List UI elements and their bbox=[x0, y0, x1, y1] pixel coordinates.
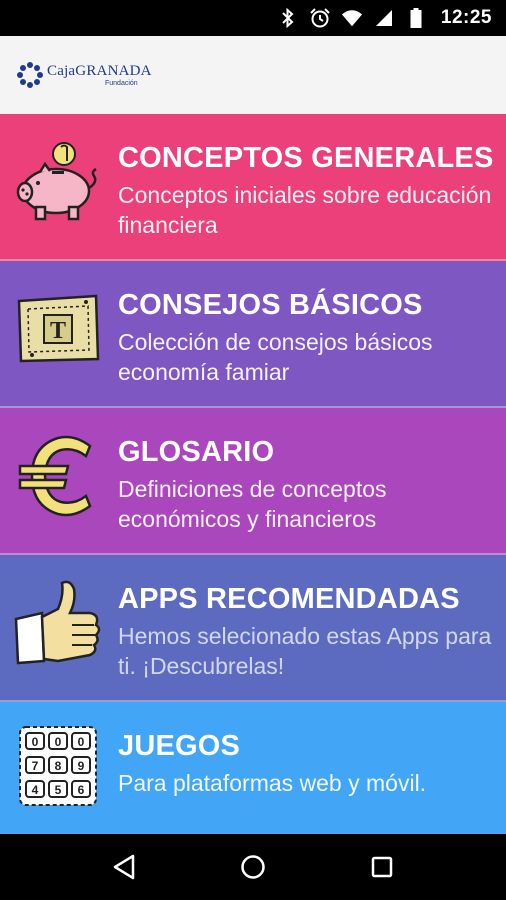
menu-description: Definiciones de conceptos económicos y f… bbox=[118, 476, 387, 532]
menu-title: CONSEJOS BÁSICOS bbox=[118, 289, 423, 321]
svg-text:T: T bbox=[50, 318, 66, 344]
svg-text:0: 0 bbox=[55, 735, 62, 749]
svg-text:5: 5 bbox=[55, 783, 62, 797]
back-button[interactable] bbox=[102, 845, 146, 889]
back-icon bbox=[114, 854, 135, 880]
svg-text:0: 0 bbox=[78, 735, 85, 749]
menu-description: Colección de consejos básicos economía f… bbox=[118, 329, 433, 385]
svg-text:7: 7 bbox=[32, 759, 39, 773]
menu-title: JUEGOS bbox=[118, 730, 241, 762]
home-button[interactable] bbox=[231, 845, 275, 889]
menu-title: CONCEPTOS GENERALES bbox=[118, 142, 494, 174]
menu-item-conceptos-generales[interactable]: CONCEPTOS GENERALES Conceptos iniciales … bbox=[0, 114, 506, 261]
app-header: CajaGRANADA Fundación bbox=[0, 36, 506, 114]
home-icon bbox=[241, 855, 265, 879]
signal-icon bbox=[373, 7, 395, 29]
bluetooth-icon bbox=[277, 7, 299, 29]
menu-item-juegos[interactable]: 0 0 0 7 8 9 4 5 6 JUEGOS Para plataformas web … bbox=[0, 702, 506, 836]
banknote-icon: T bbox=[12, 279, 104, 379]
svg-text:4: 4 bbox=[32, 783, 39, 797]
menu-item-glosario[interactable]: GLOSARIO Definiciones de conceptos econó… bbox=[0, 408, 506, 555]
logo-name: CajaGRANADA bbox=[47, 62, 152, 79]
svg-text:8: 8 bbox=[55, 759, 62, 773]
menu-description: Para plataformas web y móvil. bbox=[118, 770, 427, 796]
svg-text:0: 0 bbox=[32, 735, 39, 749]
alarm-icon bbox=[309, 7, 331, 29]
menu-item-apps-recomendadas[interactable]: APPS RECOMENDADAS Hemos selecionado esta… bbox=[0, 555, 506, 702]
keypad-icon: 0 0 0 7 8 9 4 5 6 bbox=[12, 716, 104, 816]
status-bar: 12:25 bbox=[0, 0, 506, 36]
main-menu: CONCEPTOS GENERALES Conceptos iniciales … bbox=[0, 114, 506, 836]
menu-title: GLOSARIO bbox=[118, 436, 275, 468]
navigation-bar bbox=[0, 834, 506, 900]
menu-item-consejos-basicos[interactable]: T CONSEJOS BÁSICOS Colección de consejos… bbox=[0, 261, 506, 408]
piggy-bank-icon bbox=[12, 132, 104, 232]
menu-description: Conceptos iniciales sobre educación fina… bbox=[118, 182, 492, 238]
svg-text:9: 9 bbox=[78, 759, 85, 773]
logo-flower-icon bbox=[17, 62, 43, 88]
clock: 12:25 bbox=[440, 7, 492, 28]
thumbs-up-icon bbox=[12, 573, 104, 673]
cajagranada-logo: CajaGRANADA Fundación bbox=[16, 61, 152, 89]
svg-text:6: 6 bbox=[78, 783, 85, 797]
logo-subtitle: Fundación bbox=[105, 79, 138, 87]
wifi-icon bbox=[341, 7, 363, 29]
menu-description: Hemos selecionado estas Apps para ti. ¡D… bbox=[118, 623, 492, 679]
recents-button[interactable] bbox=[360, 845, 404, 889]
recents-icon bbox=[371, 856, 392, 878]
battery-icon bbox=[405, 7, 427, 29]
euro-icon bbox=[12, 426, 104, 526]
menu-title: APPS RECOMENDADAS bbox=[118, 583, 460, 615]
